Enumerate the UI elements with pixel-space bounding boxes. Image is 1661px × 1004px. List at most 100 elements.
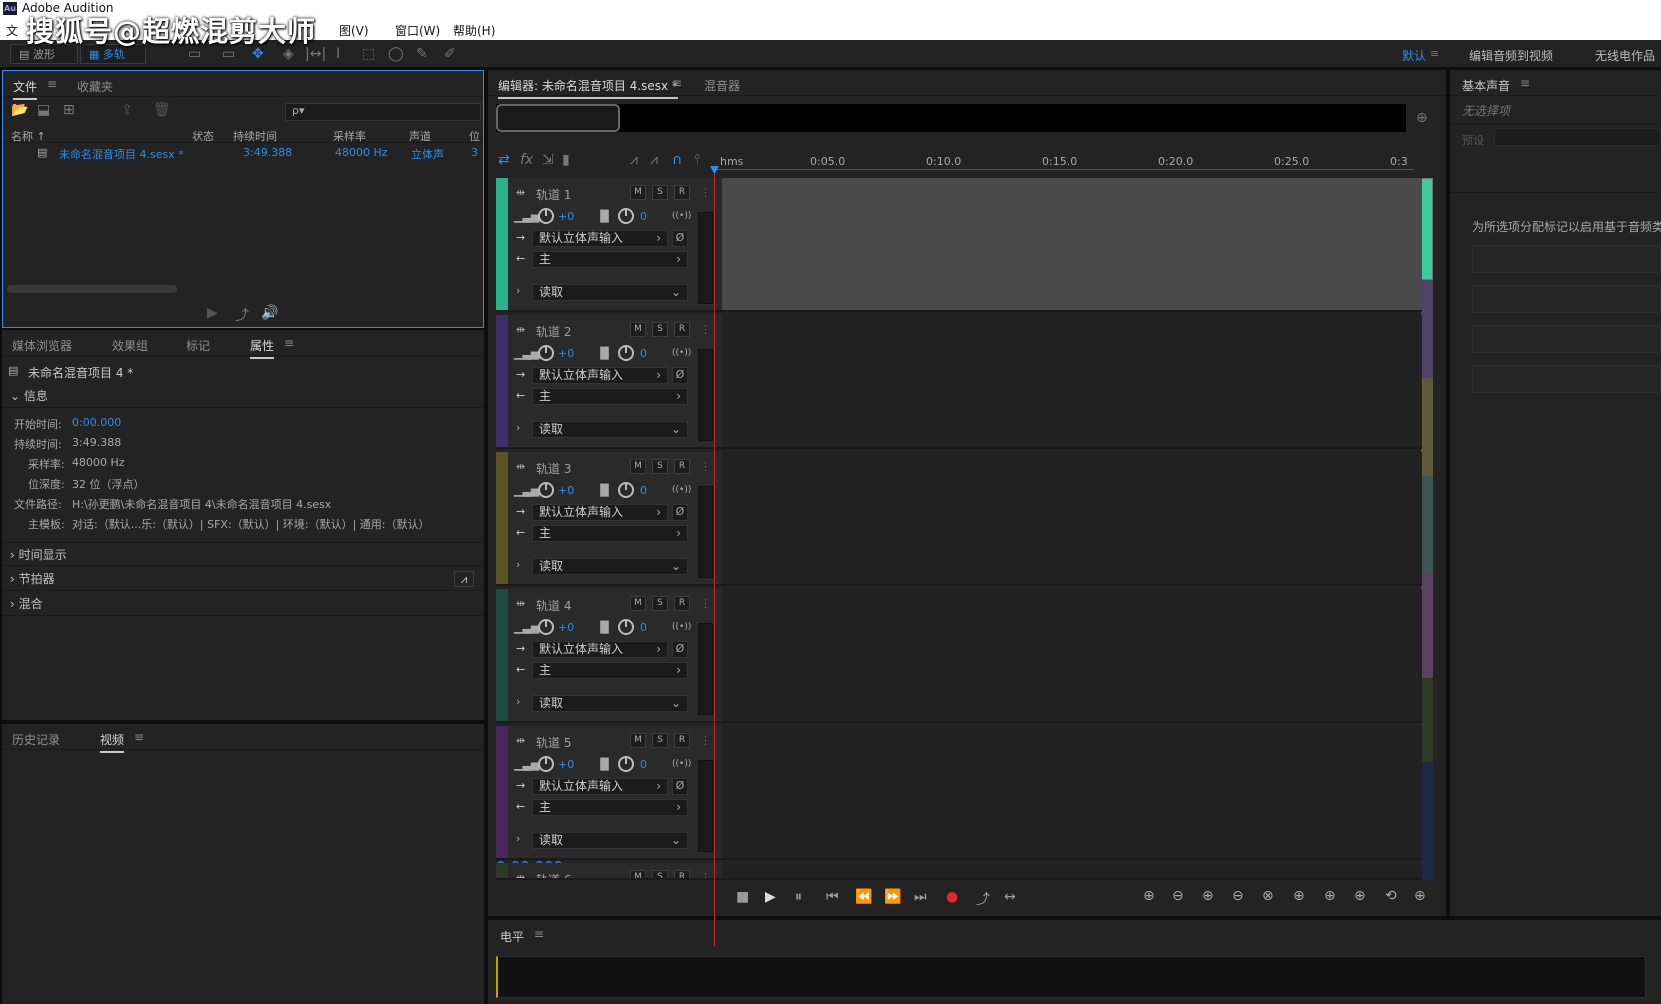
metronome-section[interactable]: › 节拍器 ⩘ bbox=[2, 567, 484, 591]
zoom-selected-tracks-icon[interactable]: ⟲ bbox=[1385, 888, 1397, 904]
stereo-icon[interactable]: ((•)) bbox=[672, 622, 691, 632]
eq-icon[interactable]: ▮ bbox=[562, 152, 570, 168]
volume-value[interactable]: +0 bbox=[558, 758, 574, 771]
tab-properties[interactable]: 属性 bbox=[250, 337, 275, 359]
zoom-in-time-icon[interactable]: ⊕ bbox=[1202, 888, 1214, 904]
phase-invert-icon[interactable]: Ø bbox=[672, 641, 688, 658]
open-file-icon[interactable]: 📂 bbox=[11, 102, 28, 118]
menu-window[interactable]: 窗口(W) bbox=[395, 22, 440, 39]
menu-view[interactable]: 图(V) bbox=[339, 22, 369, 39]
volume-value[interactable]: +0 bbox=[558, 347, 574, 360]
go-to-start-icon[interactable]: ⏮ bbox=[826, 889, 839, 905]
track-header[interactable]: ⇹ 轨道 6 M S R ⋮ bbox=[496, 863, 722, 880]
workspace-radio[interactable]: 无线电作品 bbox=[1595, 47, 1655, 64]
stereo-icon[interactable]: ((•)) bbox=[672, 348, 691, 358]
info-section-header[interactable]: ⌄ 信息 bbox=[2, 384, 484, 408]
output-dropdown[interactable]: 主 › bbox=[532, 388, 688, 405]
col-rate[interactable]: 采样率 bbox=[333, 128, 366, 144]
tab-effects-rack[interactable]: 效果组 bbox=[112, 337, 148, 354]
search-input[interactable]: ρ▾ bbox=[285, 103, 481, 121]
mute-button[interactable]: M bbox=[630, 459, 646, 474]
track-header[interactable]: ⇹ 轨道 1 M S R ⋮ ▁▃▅ +0 ▐▌ 0 ((•)) → 默认立体声输入 › Ø ← 主 › › 读取 ⌄ bbox=[496, 178, 722, 312]
input-dropdown[interactable]: 默认立体声输入 › bbox=[532, 367, 668, 384]
panel-menu-icon[interactable]: ≡ bbox=[1520, 76, 1530, 90]
volume-value[interactable]: +0 bbox=[558, 621, 574, 634]
col-duration[interactable]: 持续时间 bbox=[233, 128, 277, 144]
output-dropdown[interactable]: 主 › bbox=[532, 525, 688, 542]
solo-button[interactable]: S bbox=[652, 459, 668, 474]
tab-media-browser[interactable]: 媒体浏览器 bbox=[12, 337, 72, 354]
mute-button[interactable]: M bbox=[630, 185, 646, 200]
lasso-tool-icon[interactable]: ◯ bbox=[388, 46, 404, 62]
tab-markers[interactable]: 标记 bbox=[186, 337, 210, 354]
pan-value[interactable]: 0 bbox=[640, 484, 647, 497]
output-dropdown[interactable]: 主 › bbox=[532, 251, 688, 268]
pan-knob[interactable] bbox=[618, 756, 634, 772]
delete-icon[interactable]: 🗑 bbox=[153, 102, 171, 118]
track-name[interactable]: 轨道 3 bbox=[536, 460, 571, 477]
track-color-scrollbar[interactable] bbox=[1421, 178, 1433, 880]
chevron-right-icon[interactable]: › bbox=[516, 284, 520, 297]
output-dropdown[interactable]: 主 › bbox=[532, 799, 688, 816]
panel-menu-icon[interactable]: ≡ bbox=[284, 336, 294, 350]
phase-invert-icon[interactable]: Ø bbox=[672, 367, 688, 384]
track-header[interactable]: ⇹ 轨道 4 M S R ⋮ ▁▃▅ +0 ▐▌ 0 ((•)) → 默认立体声输入 › Ø ← 主 › › 读取 ⌄ bbox=[496, 589, 722, 723]
insert-icon[interactable]: ⇪ bbox=[121, 102, 133, 118]
horizontal-scrollbar[interactable] bbox=[7, 285, 177, 293]
metronome-icon[interactable]: ⩘ bbox=[454, 571, 474, 587]
fast-forward-icon[interactable]: ⏩ bbox=[884, 889, 901, 905]
fx-icon[interactable]: fx bbox=[520, 152, 533, 168]
menu-help[interactable]: 帮助(H) bbox=[453, 22, 495, 39]
metronome-toggle-icon[interactable]: ⩘ bbox=[630, 152, 638, 168]
tab-history[interactable]: 历史记录 bbox=[12, 731, 60, 748]
mute-button[interactable]: M bbox=[630, 596, 646, 611]
zoom-in-right-icon[interactable]: ⊕ bbox=[1354, 888, 1366, 904]
track-name[interactable]: 轨道 5 bbox=[536, 734, 571, 751]
track-name[interactable]: 轨道 4 bbox=[536, 597, 571, 614]
essential-sound-title[interactable]: 基本声音 bbox=[1462, 77, 1510, 94]
more-icon[interactable]: ⋮ bbox=[700, 734, 711, 747]
volume-knob[interactable] bbox=[538, 482, 554, 498]
track-lane[interactable] bbox=[722, 315, 1422, 449]
tab-favorites[interactable]: 收藏夹 bbox=[77, 78, 113, 95]
zoom-out-full-icon[interactable]: ⊗ bbox=[1262, 888, 1274, 904]
solo-button[interactable]: S bbox=[652, 596, 668, 611]
output-dropdown[interactable]: 主 › bbox=[532, 662, 688, 679]
zoom-in-amplitude-icon[interactable]: ⊕ bbox=[1143, 888, 1155, 904]
zoom-out-time-icon[interactable]: ⊖ bbox=[1232, 888, 1244, 904]
track-grip-icon[interactable]: ⇹ bbox=[516, 871, 525, 878]
audio-type-button[interactable] bbox=[1472, 325, 1661, 353]
audio-type-button[interactable] bbox=[1472, 245, 1661, 273]
table-row[interactable]: ▤ 未命名混音项目 4.sesx * 3:49.388 48000 Hz 立体声… bbox=[3, 145, 483, 161]
overview-bar[interactable] bbox=[496, 104, 1406, 132]
stop-icon[interactable]: ■ bbox=[736, 889, 749, 905]
record-arm-button[interactable]: R bbox=[674, 185, 690, 200]
automation-mode-dropdown[interactable]: 读取 ⌄ bbox=[532, 832, 688, 849]
audio-type-button[interactable] bbox=[1472, 365, 1661, 393]
workspace-menu-icon[interactable]: ≡ bbox=[1430, 47, 1439, 60]
brush-tool-icon[interactable]: ✎ bbox=[416, 46, 428, 62]
new-file-icon[interactable]: ⊞ bbox=[63, 102, 75, 118]
volume-knob[interactable] bbox=[538, 619, 554, 635]
col-name[interactable]: 名称 ↑ bbox=[11, 128, 46, 144]
pan-knob[interactable] bbox=[618, 619, 634, 635]
pause-icon[interactable]: ⏸ bbox=[795, 889, 802, 905]
zoom-target-icon[interactable]: ⊕ bbox=[1416, 110, 1428, 126]
panel-menu-icon[interactable]: ≡ bbox=[672, 76, 682, 90]
marker-pin-icon[interactable]: ⫯ bbox=[694, 152, 700, 168]
volume-knob[interactable] bbox=[538, 345, 554, 361]
start-time-value[interactable]: 0:00.000 bbox=[72, 416, 121, 429]
workspace-edit-video[interactable]: 编辑音频到视频 bbox=[1469, 47, 1553, 64]
record-arm-button[interactable]: R bbox=[674, 596, 690, 611]
col-bits[interactable]: 位 bbox=[469, 128, 480, 144]
automation-mode-dropdown[interactable]: 读取 ⌄ bbox=[532, 421, 688, 438]
track-header[interactable]: ⇹ 轨道 5 M S R ⋮ ▁▃▅ +0 ▐▌ 0 ((•)) → 默认立体声输入 › Ø ← 主 › › 读取 ⌄ bbox=[496, 726, 722, 860]
mute-button[interactable]: M bbox=[630, 870, 646, 878]
solo-button[interactable]: S bbox=[652, 185, 668, 200]
track-lane[interactable] bbox=[722, 452, 1422, 586]
zoom-in-left-icon[interactable]: ⊕ bbox=[1324, 888, 1336, 904]
playhead[interactable] bbox=[714, 166, 715, 946]
spot-healing-icon[interactable]: ✐ bbox=[444, 46, 456, 62]
marquee-tool-icon[interactable]: ⬚ bbox=[362, 46, 375, 62]
input-dropdown[interactable]: 默认立体声输入 › bbox=[532, 778, 668, 795]
